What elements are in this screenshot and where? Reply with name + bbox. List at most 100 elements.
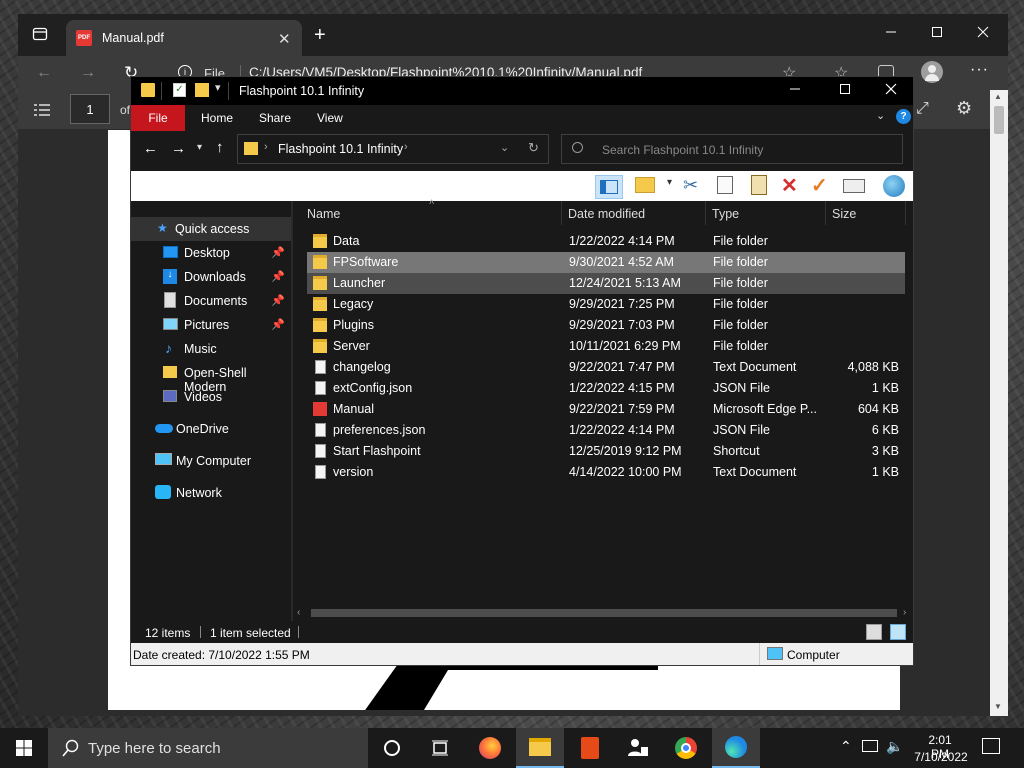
table-row[interactable]: version 4/14/2022 10:00 PM Text Document 1 … <box>307 462 905 483</box>
file-explorer-taskbar-icon[interactable] <box>516 728 564 768</box>
table-row[interactable]: preferences.json 1/22/2022 4:14 PM JSON Fi… <box>307 420 905 441</box>
ribbon-tab-view[interactable]: View <box>317 105 343 131</box>
table-row[interactable]: Server 10/11/2021 6:29 PM File folder <box>307 336 905 357</box>
column-header-type[interactable]: Type <box>712 207 739 221</box>
volume-icon[interactable]: 🔈 <box>886 738 903 755</box>
windows-start-icon[interactable] <box>0 728 48 768</box>
new-tab-icon[interactable]: + <box>314 24 326 47</box>
nav-desktop[interactable]: Desktop 📌 <box>131 241 291 265</box>
large-icons-view-icon[interactable] <box>890 624 906 640</box>
nav-pictures[interactable]: Pictures 📌 <box>131 313 291 337</box>
settings-gear-icon[interactable]: ⚙ <box>956 98 972 119</box>
close-tab-icon[interactable]: ✕ <box>278 30 291 48</box>
firefox-icon[interactable] <box>466 728 514 768</box>
horizontal-scrollbar[interactable]: ‹ › <box>293 605 913 621</box>
expand-ribbon-icon[interactable]: ⌄ <box>876 109 885 122</box>
explorer-close-icon[interactable] <box>885 83 897 95</box>
column-header-name[interactable]: Name <box>307 207 340 221</box>
scroll-thumb[interactable] <box>994 106 1004 134</box>
ribbon-tab-home[interactable]: Home <box>201 105 233 131</box>
contents-list-icon[interactable] <box>34 104 50 116</box>
nav-documents[interactable]: Documents 📌 <box>131 289 291 313</box>
properties-icon[interactable]: ✓ <box>173 83 186 97</box>
delete-icon[interactable]: ✕ <box>781 173 798 198</box>
address-dropdown-icon[interactable]: ⌄ <box>500 141 509 154</box>
search-box[interactable]: Search Flashpoint 10.1 Infinity <box>561 134 903 164</box>
table-row[interactable]: Start Flashpoint 12/25/2019 9:12 PM Shortc… <box>307 441 905 462</box>
rename-check-icon[interactable]: ✓ <box>811 173 828 198</box>
recent-locations-icon[interactable]: ▾ <box>197 142 202 153</box>
up-arrow-icon[interactable]: ↑ <box>216 139 224 156</box>
help-icon[interactable]: ? <box>896 109 911 124</box>
clock-date[interactable]: 7/10/2022 <box>912 750 970 764</box>
task-view-icon[interactable] <box>416 728 464 768</box>
nav-videos[interactable]: Videos <box>131 385 291 409</box>
copy-icon[interactable] <box>717 176 733 194</box>
pin-icon[interactable]: 📌 <box>271 294 285 307</box>
nav-network[interactable]: Network <box>131 481 291 505</box>
page-number-input[interactable] <box>70 94 110 124</box>
chrome-icon[interactable] <box>662 728 710 768</box>
taskbar-search-box[interactable]: Type here to search <box>48 728 368 768</box>
explorer-maximize-icon[interactable] <box>839 83 851 95</box>
pin-icon[interactable]: 📌 <box>271 246 285 259</box>
ribbon-tab-file[interactable]: File <box>131 105 185 131</box>
breadcrumb[interactable]: Flashpoint 10.1 Infinity <box>278 142 403 156</box>
table-row[interactable]: Manual 9/22/2021 7:59 PM Microsoft Edge P.… <box>307 399 905 420</box>
table-row[interactable]: FPSoftware 9/30/2021 4:52 AM File folder <box>307 252 905 273</box>
quick-access-toolbar-dropdown-icon[interactable]: ▾ <box>215 81 221 94</box>
table-row[interactable]: Data 1/22/2022 4:14 PM File folder <box>307 231 905 252</box>
more-menu-icon[interactable]: ··· <box>970 61 989 79</box>
nav-music[interactable]: ♪ Music <box>131 337 291 361</box>
internet-globe-icon[interactable] <box>883 175 905 197</box>
refresh-icon[interactable]: ↻ <box>528 140 539 156</box>
nav-downloads[interactable]: ↓ Downloads 📌 <box>131 265 291 289</box>
explorer-minimize-icon[interactable] <box>789 83 801 95</box>
table-row[interactable]: Launcher 12/24/2021 5:13 AM File folder <box>307 273 905 294</box>
maximize-icon[interactable] <box>914 14 960 50</box>
forward-arrow-icon[interactable]: → <box>171 140 186 157</box>
network-status-icon[interactable] <box>862 740 878 752</box>
notifications-icon[interactable] <box>982 738 1000 754</box>
tab-actions-icon[interactable] <box>32 26 48 42</box>
back-icon[interactable]: ← <box>36 64 52 82</box>
breadcrumb-chevron-icon[interactable]: › <box>404 141 408 153</box>
back-arrow-icon[interactable]: ← <box>143 140 158 157</box>
table-row[interactable]: changelog 9/22/2021 7:47 PM Text Document 4… <box>307 357 905 378</box>
nav-open-shell-modern[interactable]: Open-Shell Modern <box>131 361 291 394</box>
column-header-date[interactable]: Date modified <box>568 207 645 221</box>
pin-icon[interactable]: 📌 <box>271 270 285 283</box>
details-view-icon[interactable] <box>866 624 882 640</box>
nav-my-computer[interactable]: My Computer <box>131 449 291 473</box>
nav-quick-access[interactable]: ★ Quick access <box>131 217 291 241</box>
new-folder-icon[interactable] <box>195 83 209 97</box>
task-view-circle-icon[interactable] <box>368 728 416 768</box>
address-bar[interactable]: › Flashpoint 10.1 Infinity › ⌄ ↻ <box>237 134 549 164</box>
nav-onedrive[interactable]: OneDrive <box>131 417 291 441</box>
view-dropdown-icon[interactable]: ▾ <box>667 177 672 188</box>
show-hidden-icons-chevron[interactable]: ⌃ <box>840 738 852 755</box>
pdf-scrollbar[interactable]: ▲ ▼ <box>990 90 1008 716</box>
pin-icon[interactable]: 📌 <box>271 318 285 331</box>
navigation-pane-icon[interactable] <box>595 175 623 199</box>
table-row[interactable]: Plugins 9/29/2021 7:03 PM File folder <box>307 315 905 336</box>
breadcrumb-chevron-icon[interactable]: › <box>264 141 268 153</box>
fullscreen-icon[interactable]: ⤢ <box>916 100 929 118</box>
forward-icon[interactable]: → <box>80 64 96 82</box>
cut-icon[interactable]: ✂ <box>683 175 698 196</box>
ribbon-tab-share[interactable]: Share <box>259 105 291 131</box>
view-options-icon[interactable] <box>635 177 655 193</box>
minimize-icon[interactable] <box>868 14 914 50</box>
tab-manual-pdf[interactable]: PDF Manual.pdf ✕ <box>66 20 302 56</box>
table-row[interactable]: Legacy 9/29/2021 7:25 PM File folder <box>307 294 905 315</box>
column-header-size[interactable]: Size <box>832 207 856 221</box>
edge-taskbar-icon[interactable] <box>712 728 760 768</box>
paste-icon[interactable] <box>751 175 767 195</box>
table-row[interactable]: extConfig.json 1/22/2022 4:15 PM JSON File… <box>307 378 905 399</box>
scroll-thumb[interactable] <box>311 609 897 617</box>
properties-icon[interactable] <box>843 179 865 193</box>
profile-avatar[interactable] <box>921 61 943 83</box>
close-icon[interactable] <box>960 14 1006 50</box>
contacts-icon[interactable] <box>614 728 662 768</box>
office-icon[interactable] <box>566 728 614 768</box>
